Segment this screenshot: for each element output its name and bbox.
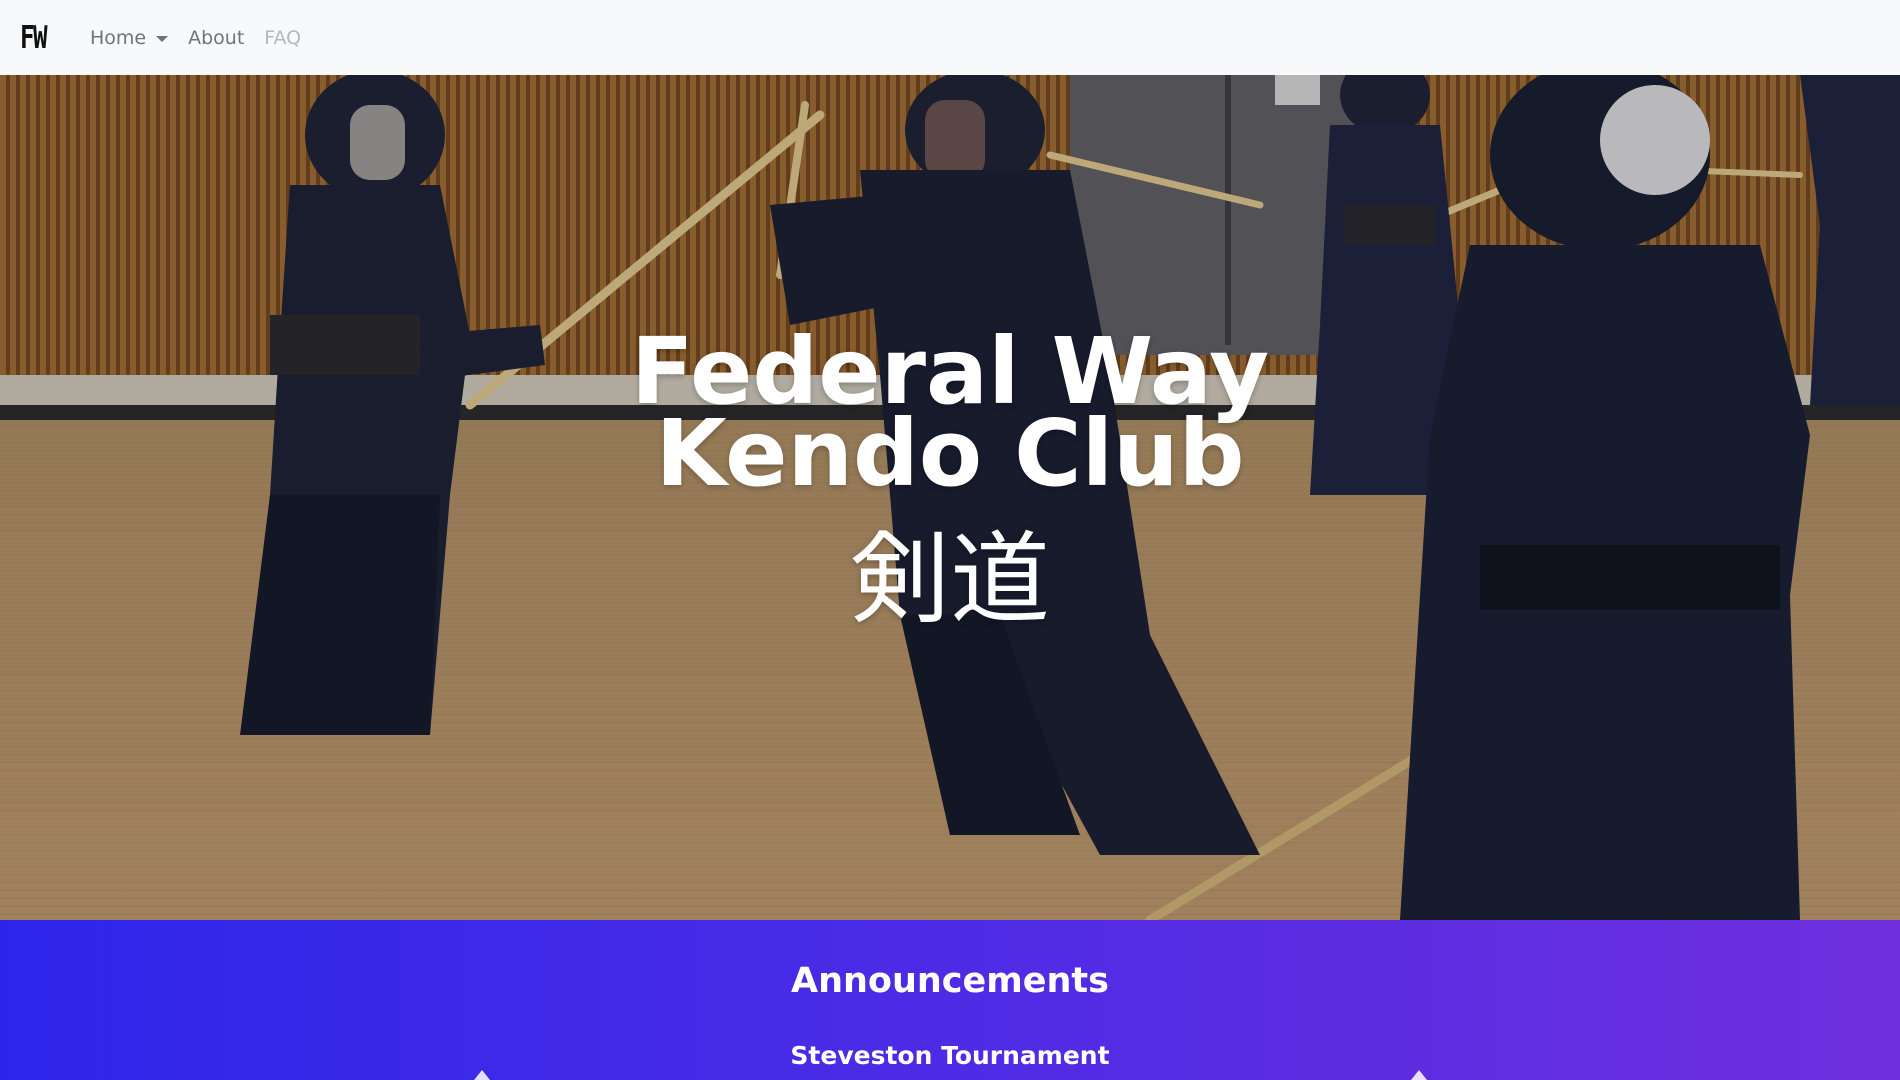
nav-home-dropdown[interactable]: Home [90,26,169,49]
nav-faq-link: FAQ [264,27,301,49]
hero-kanji-subtitle: 剣道 [850,520,1050,638]
nav-about-label: About [188,26,245,49]
hero-title-line2: Kendo Club [655,399,1245,507]
hero-banner: Federal Way Kendo Club 剣道 [0,75,1900,920]
announcements-heading: Announcements [791,961,1109,1001]
navbar: FW Home About FAQ [0,0,1900,75]
announcements-section: Announcements Steveston Tournament [0,920,1900,1080]
carousel-next-icon[interactable] [1411,1070,1427,1080]
brand-logo[interactable]: FW [20,20,54,56]
announcement-title[interactable]: Steveston Tournament [0,1040,1900,1072]
caret-down-icon [156,35,169,42]
nav-about-link[interactable]: About [188,27,244,49]
carousel-prev-icon[interactable] [474,1070,490,1080]
nav-faq-label: FAQ [264,26,302,49]
nav-home-label: Home [90,26,147,49]
hero-text: Federal Way Kendo Club 剣道 [0,75,1900,920]
